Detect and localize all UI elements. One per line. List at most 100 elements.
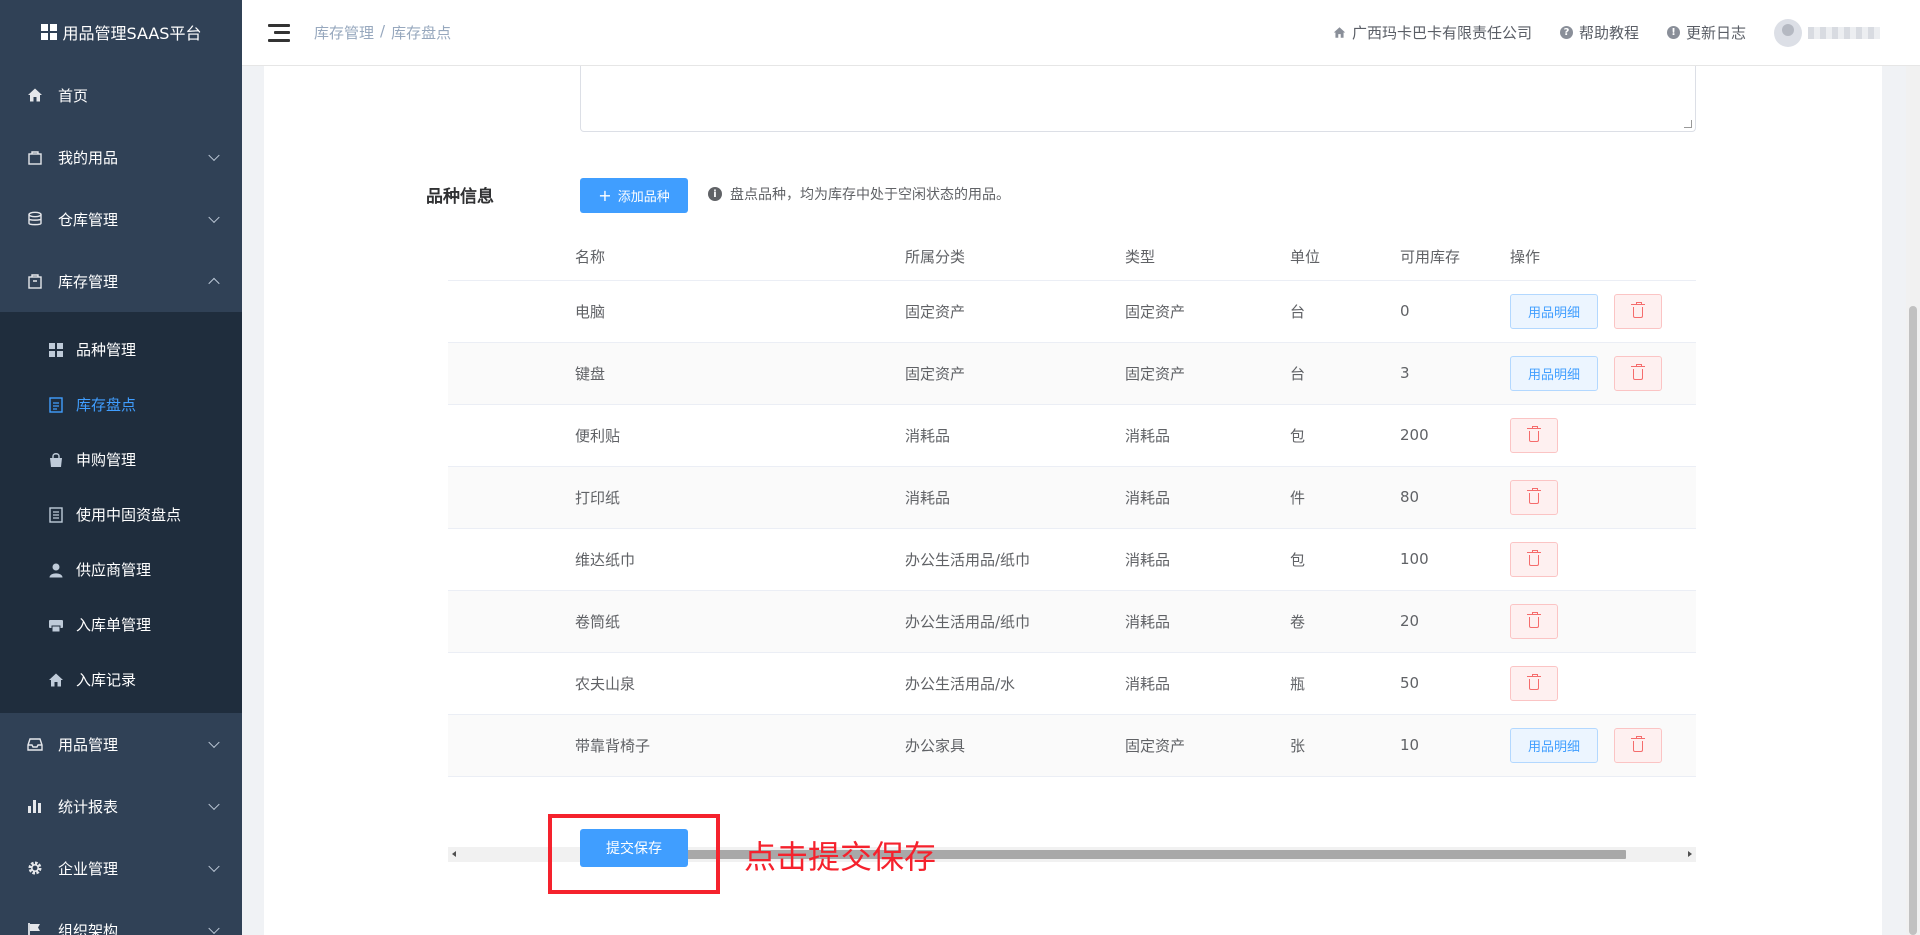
cell-category: 固定资产 xyxy=(905,280,1125,343)
user-menu[interactable] xyxy=(1774,18,1880,47)
sidebar-item-enterprise[interactable]: 企业管理 xyxy=(0,837,242,899)
delete-button[interactable] xyxy=(1614,293,1662,329)
delete-button[interactable] xyxy=(1510,417,1558,453)
cell-stock: 100 xyxy=(1400,528,1510,591)
box-icon xyxy=(26,272,44,290)
cell-category: 消耗品 xyxy=(905,404,1125,467)
table-row: 农夫山泉 办公生活用品/水 消耗品瓶 50 xyxy=(448,652,1696,715)
sidebar-item-label: 库存管理 xyxy=(58,272,119,291)
sidebar-item-label: 使用中固资盘点 xyxy=(76,506,182,524)
table-row: 便利贴 消耗品 消耗品包 200 xyxy=(448,404,1696,467)
sidebar-item-label: 申购管理 xyxy=(76,451,137,469)
breadcrumb-item[interactable]: 库存管理 xyxy=(314,22,374,43)
top-header: 库存管理 / 库存盘点 广西玛卡巴卡有限责任公司 ? 帮助教程 ! 更新日志 xyxy=(242,0,1920,66)
sidebar-item-variety-management[interactable]: 品种管理 xyxy=(0,322,242,377)
delete-button[interactable] xyxy=(1614,727,1662,763)
cell-type: 消耗品 xyxy=(1125,404,1290,467)
sidebar-item-home[interactable]: 首页 xyxy=(0,64,242,126)
scroll-left-arrow-icon[interactable] xyxy=(452,851,456,857)
sidebar-item-label: 供应商管理 xyxy=(76,561,152,579)
add-variety-button[interactable]: + 添加品种 xyxy=(580,178,688,213)
table-row: 打印纸 消耗品 消耗品件 80 xyxy=(448,466,1696,529)
app-logo[interactable]: 用品管理SAAS平台 xyxy=(0,0,242,64)
item-detail-button[interactable]: 用品明细 xyxy=(1510,727,1598,763)
info-icon: ! xyxy=(1666,26,1680,39)
sidebar-item-purchase-management[interactable]: 申购管理 xyxy=(0,432,242,487)
row-pad xyxy=(448,342,575,405)
sidebar-item-inbound-records[interactable]: 入库记录 xyxy=(0,652,242,707)
changelog-link[interactable]: ! 更新日志 xyxy=(1666,22,1746,43)
cell-unit: 件 xyxy=(1290,466,1400,529)
sidebar-item-supplier-management[interactable]: 供应商管理 xyxy=(0,542,242,597)
cell-unit: 台 xyxy=(1290,342,1400,405)
hint-label: 盘点品种，均为库存中处于空闲状态的用品。 xyxy=(730,187,1010,203)
cell-category: 办公生活用品/纸巾 xyxy=(905,528,1125,591)
plus-icon: + xyxy=(598,185,612,205)
delete-button[interactable] xyxy=(1510,603,1558,639)
delete-button[interactable] xyxy=(1510,665,1558,701)
trash-icon xyxy=(1631,364,1645,380)
cell-unit: 包 xyxy=(1290,528,1400,591)
grid-icon xyxy=(48,342,64,358)
vertical-scrollbar[interactable] xyxy=(1906,66,1920,935)
cell-type: 消耗品 xyxy=(1125,528,1290,591)
delete-button[interactable] xyxy=(1614,355,1662,391)
sidebar-item-inventory[interactable]: 库存管理 xyxy=(0,250,242,312)
cell-type: 固定资产 xyxy=(1125,714,1290,777)
sidebar-item-reports[interactable]: 统计报表 xyxy=(0,775,242,837)
cell-actions: 用品明细 xyxy=(1510,280,1696,343)
resize-grip-icon[interactable] xyxy=(1684,120,1692,128)
sidebar-item-label: 入库单管理 xyxy=(76,616,152,634)
remarks-textarea[interactable] xyxy=(580,66,1696,132)
vertical-scrollbar-thumb[interactable] xyxy=(1909,306,1917,935)
inbox-icon xyxy=(26,735,44,753)
sidebar-item-organization[interactable]: 组织架构 xyxy=(0,899,242,935)
cell-stock: 80 xyxy=(1400,466,1510,529)
cell-actions: 用品明细 xyxy=(1510,342,1696,405)
cell-category: 办公生活用品/纸巾 xyxy=(905,590,1125,653)
item-detail-button[interactable]: 用品明细 xyxy=(1510,355,1598,391)
cell-unit: 卷 xyxy=(1290,590,1400,653)
cell-name: 便利贴 xyxy=(575,404,905,467)
chevron-down-icon xyxy=(208,922,220,935)
help-label: 帮助教程 xyxy=(1578,24,1639,42)
logo-grid-icon xyxy=(40,24,57,40)
column-header-unit: 单位 xyxy=(1290,234,1400,281)
user-name-blurred xyxy=(1808,26,1880,39)
cell-name: 键盘 xyxy=(575,342,905,405)
sidebar-item-inbound-orders[interactable]: 入库单管理 xyxy=(0,597,242,652)
user-icon xyxy=(48,562,64,578)
cell-name: 卷筒纸 xyxy=(575,590,905,653)
submit-save-button[interactable]: 提交保存 xyxy=(580,829,688,867)
trash-icon xyxy=(1631,736,1645,752)
delete-button[interactable] xyxy=(1510,479,1558,515)
scroll-right-arrow-icon[interactable] xyxy=(1688,851,1692,857)
sidebar-item-my-supplies[interactable]: 我的用品 xyxy=(0,126,242,188)
cell-name: 农夫山泉 xyxy=(575,652,905,715)
help-link[interactable]: ? 帮助教程 xyxy=(1559,22,1639,43)
hamburger-menu-icon[interactable] xyxy=(268,23,290,42)
delete-button[interactable] xyxy=(1510,541,1558,577)
sidebar-item-supplies-management[interactable]: 用品管理 xyxy=(0,713,242,775)
row-pad xyxy=(448,528,575,591)
sidebar-item-fixed-asset-count[interactable]: 使用中固资盘点 xyxy=(0,487,242,542)
table-row: 电脑 固定资产 固定资产台 0 用品明细 xyxy=(448,280,1696,343)
trash-icon xyxy=(1527,488,1541,504)
company-link[interactable]: 广西玛卡巴卡有限责任公司 xyxy=(1333,22,1532,43)
cell-stock: 20 xyxy=(1400,590,1510,653)
cell-type: 固定资产 xyxy=(1125,280,1290,343)
cell-name: 打印纸 xyxy=(575,466,905,529)
bar-chart-icon xyxy=(26,797,44,815)
chevron-down-icon xyxy=(208,149,220,162)
cell-stock: 200 xyxy=(1400,404,1510,467)
table-row: 带靠背椅子 办公家具 固定资产张 10 用品明细 xyxy=(448,714,1696,777)
item-detail-button[interactable]: 用品明细 xyxy=(1510,293,1598,329)
sidebar-item-label: 组织架构 xyxy=(58,921,119,935)
question-icon: ? xyxy=(1559,26,1573,39)
column-header-category: 所属分类 xyxy=(905,234,1125,281)
row-pad xyxy=(448,280,575,343)
sidebar-item-stock-count[interactable]: 库存盘点 xyxy=(0,377,242,432)
sidebar-item-warehouse[interactable]: 仓库管理 xyxy=(0,188,242,250)
cell-unit: 瓶 xyxy=(1290,652,1400,715)
cell-category: 固定资产 xyxy=(905,342,1125,405)
